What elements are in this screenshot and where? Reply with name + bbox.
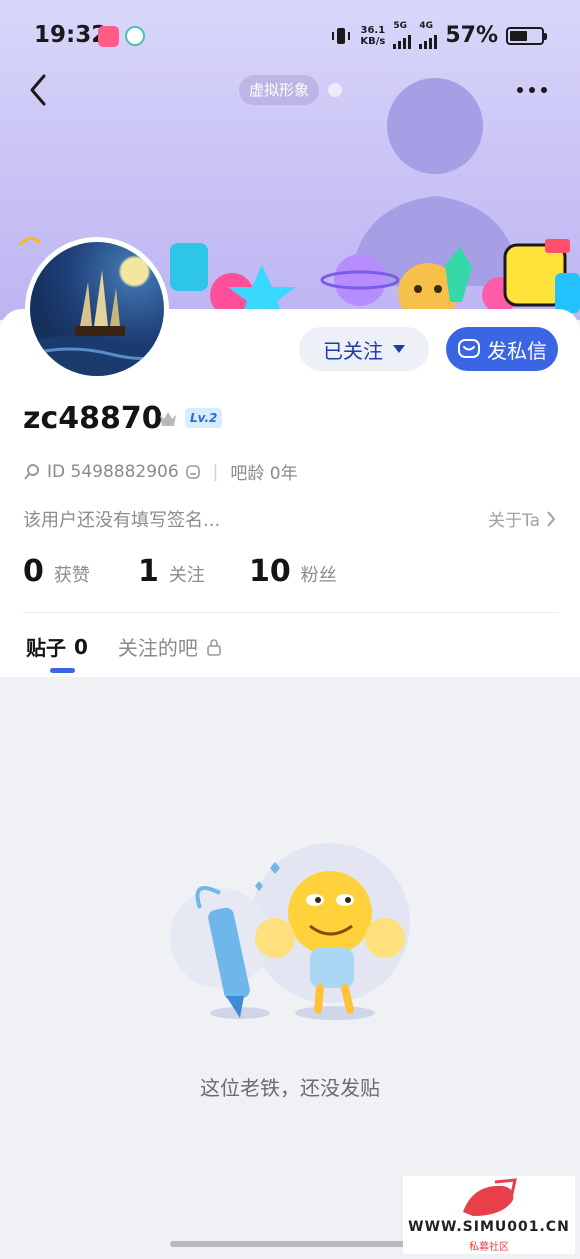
user-signature: 该用户还没有填写签名... [23,510,221,531]
bar-age: 吧龄 0年 [230,464,298,484]
stats-row: 0 获赞 1 关注 10 粉丝 [23,554,337,589]
tab-label: 关注的吧 [117,636,198,660]
profile-meta: ID 5498882906 | 吧龄 0年 [23,459,298,484]
lock-icon [207,638,221,656]
home-indicator[interactable] [170,1241,410,1247]
message-label: 发私信 [487,340,547,363]
copy-icon[interactable] [185,464,201,480]
tab-active-indicator [50,668,75,673]
follow-label: 已关注 [323,340,383,363]
watermark-subtext: 私募社区 [469,1242,509,1253]
app-notification-icon [98,26,119,47]
tab-label: 贴子 [26,636,66,660]
chevron-right-icon [547,510,556,527]
more-menu-icon[interactable] [514,78,550,102]
level-badge: Lv.2 [185,408,223,428]
stat-label: 粉丝 [300,565,337,586]
chip-dot [328,83,342,97]
tab-followed-bars[interactable]: 关注的吧 [118,632,222,661]
about-link[interactable]: 关于Ta [488,506,556,531]
battery-percent: 57% [445,23,498,48]
status-right: 36.1 KB/s 5G 4G 57% [330,21,547,49]
divider [23,612,558,613]
status-time: 19:32 [34,22,108,48]
watermark-logo: WWW.SIMU001.CN 私募社区 [403,1176,575,1254]
profile-tabs: 贴子 0 关注的吧 [26,632,222,661]
user-avatar[interactable] [25,237,169,381]
stat-likes[interactable]: 0 获赞 [23,554,138,589]
stat-label: 关注 [168,565,205,586]
search-icon [24,463,39,480]
stat-label: 获赞 [53,565,90,586]
empty-state-illustration [170,843,410,1020]
about-label: 关于Ta [488,511,540,531]
stat-number: 0 [23,554,44,589]
back-arrow-icon[interactable] [24,72,56,108]
meta-divider: | [212,461,219,482]
stat-number: 10 [249,554,291,589]
vibrate-icon [332,27,351,44]
stat-followers[interactable]: 10 粉丝 [249,554,337,589]
signal-5g-label: 5G [393,21,407,31]
signal-4g-label: 4G [419,21,433,31]
virtual-avatar-chip[interactable]: 虚拟形象 [239,75,320,105]
watermark-text: WWW.SIMU001.CN [408,1219,570,1235]
tab-count: 0 [74,634,88,659]
app-notification-icon-2 [125,26,145,46]
stat-following[interactable]: 1 关注 [138,554,249,589]
battery-fill [510,30,528,41]
signal-5g-icon [393,31,412,49]
battery-icon [506,26,547,45]
user-id: ID 5498882906 [47,461,179,482]
crown-badge-icon [160,412,176,426]
message-icon [458,339,480,358]
follow-button[interactable]: 已关注 [299,327,429,371]
stat-number: 1 [138,554,159,589]
tab-posts[interactable]: 贴子 0 [26,632,88,661]
username: zc48870 [23,401,163,436]
watermark-emblem-icon [463,1178,517,1216]
net-speed: 36.1 KB/s [360,24,386,47]
status-bar: 19:32 36.1 KB/s 5G 4G 57% [0,0,580,72]
chevron-down-icon [393,345,405,353]
send-message-button[interactable]: 发私信 [446,327,558,371]
empty-state-message: 这位老铁，还没发贴 [200,1076,380,1100]
signal-4g-icon [419,31,438,49]
